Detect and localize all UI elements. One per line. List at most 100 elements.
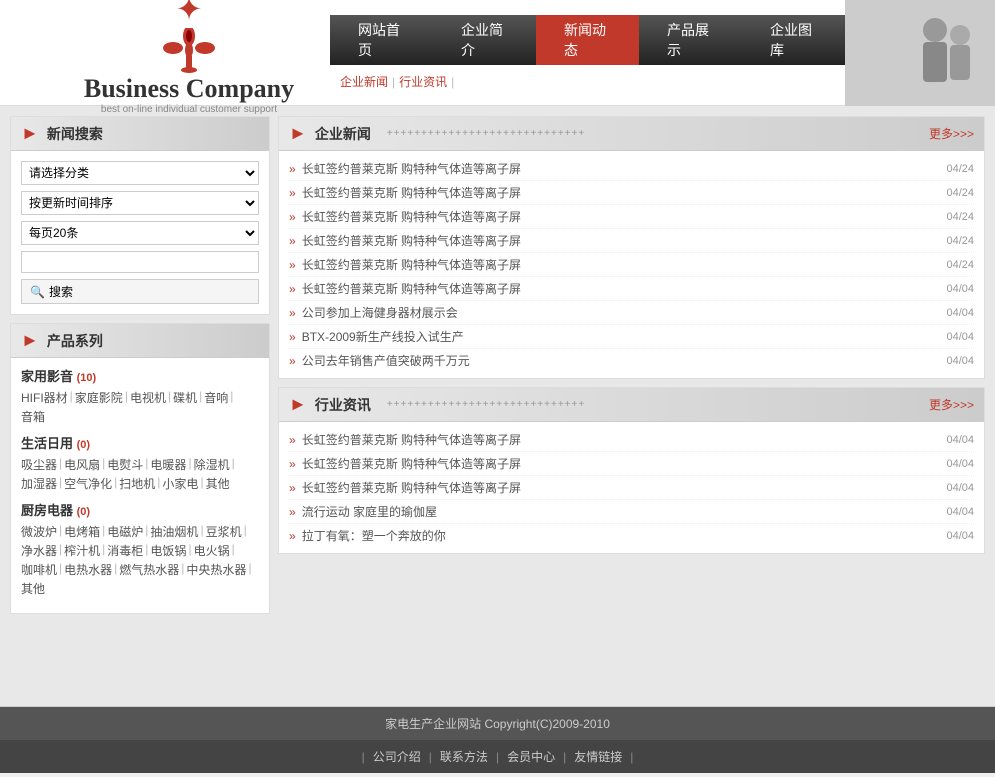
link-hifi[interactable]: HIFI器材 <box>21 389 68 406</box>
header-decoration <box>845 0 995 106</box>
news-bullet: » <box>289 481 296 495</box>
breadcrumb-industry-news[interactable]: 行业资讯 <box>399 73 447 90</box>
news-link[interactable]: BTX-2009新生产线投入试生产 <box>302 328 937 345</box>
link-oven[interactable]: 电烤箱 <box>64 523 100 540</box>
header: ✦ Business Company best on-line individu… <box>0 0 995 106</box>
link-microwave[interactable]: 微波炉 <box>21 523 57 540</box>
link-dehumidifier[interactable]: 除湿机 <box>194 456 230 473</box>
link-water-purifier[interactable]: 净水器 <box>21 542 57 559</box>
table-row: » 公司去年销售产值突破两千万元 04/04 <box>289 349 974 372</box>
news-date: 04/04 <box>946 355 974 367</box>
industry-news-header: ► 行业资讯 +++++++++++++++++++++++++++++ 更多>… <box>279 388 984 422</box>
link-home-theater[interactable]: 家庭影院 <box>75 389 123 406</box>
link-heater[interactable]: 电暖器 <box>150 456 186 473</box>
footer-link-about[interactable]: 公司介绍 <box>373 748 421 765</box>
link-fan[interactable]: 电风扇 <box>64 456 100 473</box>
link-audio[interactable]: 音响 <box>204 389 228 406</box>
product-series-title: ► 产品系列 <box>11 324 269 358</box>
search-input[interactable] <box>21 251 259 273</box>
nav-news[interactable]: 新闻动态 <box>536 15 639 65</box>
industry-news-dots: +++++++++++++++++++++++++++++ <box>387 399 913 410</box>
news-link[interactable]: 长虹签约普莱克斯 购特种气体造等离子屏 <box>302 479 937 496</box>
link-vacuum[interactable]: 吸尘器 <box>21 456 57 473</box>
table-row: » BTX-2009新生产线投入试生产 04/04 <box>289 325 974 349</box>
news-date: 04/04 <box>946 530 974 542</box>
news-date: 04/24 <box>946 235 974 247</box>
link-tv[interactable]: 电视机 <box>130 389 166 406</box>
link-other-kitchen[interactable]: 其他 <box>21 580 45 597</box>
fleur-icon: ✦ <box>48 0 330 28</box>
link-iron[interactable]: 电熨斗 <box>107 456 143 473</box>
category-select[interactable]: 请选择分类 <box>21 161 259 185</box>
link-range-hood[interactable]: 抽油烟机 <box>150 523 198 540</box>
link-small-appliance[interactable]: 小家电 <box>162 475 198 492</box>
cat-name-0: 家用影音 <box>21 369 73 384</box>
main-content: ► 新闻搜索 请选择分类 按更新时间排序 每页20条 🔍 搜索 <box>0 106 995 706</box>
news-bullet: » <box>289 162 296 176</box>
news-link[interactable]: 拉丁有氧：塑一个奔放的你 <box>302 527 937 544</box>
news-link[interactable]: 长虹签约普莱克斯 购特种气体造等离子屏 <box>302 455 937 472</box>
footer-link-friends[interactable]: 友情链接 <box>574 748 622 765</box>
link-rice-cooker[interactable]: 电饭锅 <box>150 542 186 559</box>
content: ► 企业新闻 +++++++++++++++++++++++++++++ 更多>… <box>278 116 985 696</box>
news-link[interactable]: 长虹签约普莱克斯 购特种气体造等离子屏 <box>302 160 937 177</box>
cat-name-1: 生活日用 <box>21 436 73 451</box>
link-speaker[interactable]: 音箱 <box>21 408 45 425</box>
search-btn-label: 搜索 <box>49 283 73 300</box>
logo-area: ✦ Business Company best on-line individu… <box>0 0 330 115</box>
nav-about[interactable]: 企业简介 <box>433 15 536 65</box>
link-purifier[interactable]: 空气净化 <box>64 475 112 492</box>
nav-home[interactable]: 网站首页 <box>330 15 433 65</box>
cat-2-links: 微波炉 | 电烤箱 | 电磁炉 | 抽油烟机 | 豆浆机 | 净水器 | 榨汁机… <box>21 523 259 597</box>
link-water-heater-electric[interactable]: 电热水器 <box>64 561 112 578</box>
nav-gallery[interactable]: 企业图库 <box>742 15 845 65</box>
news-date: 04/04 <box>946 458 974 470</box>
news-link[interactable]: 流行运动 家庭里的瑜伽屋 <box>302 503 937 520</box>
link-central-heater[interactable]: 中央热水器 <box>186 561 246 578</box>
perpage-select[interactable]: 每页20条 <box>21 221 259 245</box>
link-humidifier[interactable]: 加湿器 <box>21 475 57 492</box>
news-bullet: » <box>289 505 296 519</box>
footer-link-contact[interactable]: 联系方法 <box>440 748 488 765</box>
product-title-label: 产品系列 <box>47 331 103 351</box>
company-news-section: ► 企业新闻 +++++++++++++++++++++++++++++ 更多>… <box>278 116 985 379</box>
news-link[interactable]: 长虹签约普莱克斯 购特种气体造等离子屏 <box>302 256 937 273</box>
table-row: » 长虹签约普莱克斯 购特种气体造等离子屏 04/04 <box>289 428 974 452</box>
link-gas-heater[interactable]: 燃气热水器 <box>119 561 179 578</box>
sort-select[interactable]: 按更新时间排序 <box>21 191 259 215</box>
news-bullet: » <box>289 234 296 248</box>
news-link[interactable]: 长虹签约普莱克斯 购特种气体造等离子屏 <box>302 232 937 249</box>
search-button[interactable]: 🔍 搜索 <box>21 279 259 304</box>
cat-count-2: (0) <box>77 506 90 518</box>
link-coffee[interactable]: 咖啡机 <box>21 561 57 578</box>
logo-title: Business Company <box>48 74 330 104</box>
table-row: » 长虹签约普莱克斯 购特种气体造等离子屏 04/24 <box>289 157 974 181</box>
news-link[interactable]: 长虹签约普莱克斯 购特种气体造等离子屏 <box>302 431 937 448</box>
industry-news-arrow-icon: ► <box>289 394 307 415</box>
link-soymilk[interactable]: 豆浆机 <box>206 523 242 540</box>
link-sweeper[interactable]: 扫地机 <box>119 475 155 492</box>
cat-name-2: 厨房电器 <box>21 503 73 518</box>
footer-link-members[interactable]: 会员中心 <box>507 748 555 765</box>
link-disc[interactable]: 碟机 <box>173 389 197 406</box>
breadcrumb-company-news[interactable]: 企业新闻 <box>340 73 388 90</box>
link-sterilizer[interactable]: 消毒柜 <box>107 542 143 559</box>
industry-news-section: ► 行业资讯 +++++++++++++++++++++++++++++ 更多>… <box>278 387 985 554</box>
link-induction[interactable]: 电磁炉 <box>107 523 143 540</box>
link-other-daily[interactable]: 其他 <box>206 475 230 492</box>
nav-products[interactable]: 产品展示 <box>639 15 742 65</box>
company-news-arrow-icon: ► <box>289 123 307 144</box>
news-link[interactable]: 公司去年销售产值突破两千万元 <box>302 352 937 369</box>
news-link[interactable]: 长虹签约普莱克斯 购特种气体造等离子屏 <box>302 280 937 297</box>
company-news-more[interactable]: 更多>>> <box>929 125 974 142</box>
news-link[interactable]: 公司参加上海健身器材展示会 <box>302 304 937 321</box>
link-juicer[interactable]: 榨汁机 <box>64 542 100 559</box>
search-title-label: 新闻搜索 <box>47 124 103 144</box>
news-link[interactable]: 长虹签约普莱克斯 购特种气体造等离子屏 <box>302 184 937 201</box>
industry-news-more[interactable]: 更多>>> <box>929 396 974 413</box>
link-hot-pot[interactable]: 电火锅 <box>194 542 230 559</box>
industry-news-title: 行业资讯 <box>315 395 371 415</box>
news-bullet: » <box>289 457 296 471</box>
table-row: » 长虹签约普莱克斯 购特种气体造等离子屏 04/04 <box>289 452 974 476</box>
news-link[interactable]: 长虹签约普莱克斯 购特种气体造等离子屏 <box>302 208 937 225</box>
